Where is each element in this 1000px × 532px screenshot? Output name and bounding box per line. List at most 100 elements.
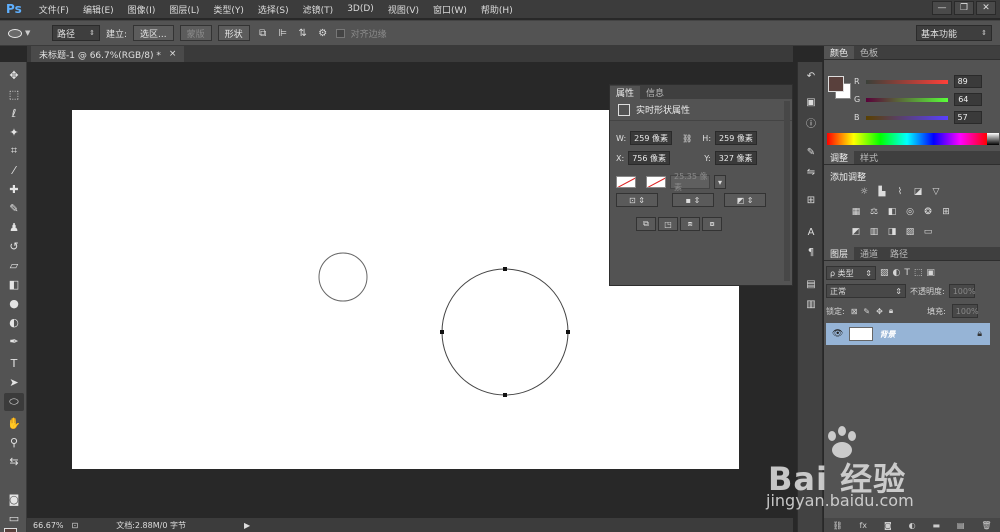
anchor-point[interactable] [440, 330, 444, 334]
channel-mixer-icon[interactable]: ❂ [922, 206, 934, 218]
red-slider[interactable] [865, 79, 948, 84]
history-icon[interactable]: ↶ [803, 68, 819, 84]
vibrance-icon[interactable]: ▽ [930, 186, 942, 198]
menu-image[interactable]: 图像(I) [121, 3, 163, 16]
dodge-tool-icon[interactable]: ◐ [4, 313, 24, 331]
document-tab[interactable]: 未标题-1 @ 66.7%(RGB/8) * × [31, 46, 185, 62]
lock-pixels-icon[interactable]: ✎ [863, 307, 870, 316]
menu-help[interactable]: 帮助(H) [474, 3, 520, 16]
filter-smart-icon[interactable]: ▣ [926, 268, 935, 278]
tab-styles[interactable]: 样式 [854, 151, 884, 164]
tab-adjustments[interactable]: 调整 [824, 151, 855, 164]
filter-pixel-icon[interactable]: ▨ [880, 268, 889, 278]
screen-mode-icon[interactable]: ▭ [4, 509, 24, 527]
fill-field[interactable]: 100% [951, 304, 979, 318]
blend-mode-select[interactable]: 正常 ⇕ [826, 284, 906, 298]
tab-channels[interactable]: 通道 [854, 247, 884, 260]
intersect-shape-icon[interactable]: ⧈ [680, 217, 700, 231]
notes-icon[interactable]: ▤ [803, 276, 819, 292]
restore-button[interactable]: ❐ [954, 1, 974, 15]
hue-saturation-icon[interactable]: ▦ [850, 206, 862, 218]
eye-icon[interactable]: 👁︎ [832, 329, 843, 339]
play-arrow-icon[interactable]: ▶ [244, 521, 250, 530]
tool-mode-select[interactable]: 路径 ⇕ [52, 25, 100, 41]
brush-icon[interactable]: ✎ [803, 144, 819, 160]
make-mask-button[interactable]: 蒙版 [179, 25, 212, 41]
actions-icon[interactable]: ▣ [803, 94, 819, 110]
crop-tool-icon[interactable]: ⌗ [4, 142, 24, 160]
close-button[interactable]: ✕ [976, 1, 996, 15]
gear-icon[interactable]: ⚙ [316, 26, 330, 40]
menu-file[interactable]: 文件(F) [32, 3, 76, 16]
path-alignment-icon[interactable]: ⊫ [276, 26, 290, 40]
gradient-tool-icon[interactable]: ◧ [4, 275, 24, 293]
green-slider[interactable] [866, 97, 949, 102]
levels-icon[interactable]: ▙ [876, 186, 888, 198]
selective-color-icon[interactable]: ▨ [904, 226, 916, 238]
large-circle-path[interactable] [441, 268, 569, 396]
align-edges-checkbox[interactable] [335, 28, 345, 38]
character-icon[interactable]: A [803, 224, 819, 240]
invert-icon[interactable]: ◩ [850, 226, 862, 238]
path-operations-icon[interactable]: ⧉ [256, 26, 270, 40]
quick-mask-icon[interactable]: ◙ [4, 490, 24, 508]
blur-tool-icon[interactable]: ● [4, 294, 24, 312]
foreground-color-swatch[interactable] [4, 528, 17, 532]
brush-presets-icon[interactable]: ⇋ [803, 164, 819, 180]
r-value-field[interactable]: 89 [953, 75, 982, 88]
stroke-align-select[interactable]: ⊡ ⇕ [616, 193, 658, 207]
x-field[interactable]: 756 像素 [628, 151, 671, 165]
marquee-tool-icon[interactable]: ⬚ [4, 85, 24, 103]
brush-tool-icon[interactable]: ✎ [4, 199, 24, 217]
healing-brush-tool-icon[interactable]: ✚ [4, 180, 24, 198]
hand-tool-icon[interactable]: ✋ [4, 414, 24, 432]
move-tool-icon[interactable]: ✥ [4, 66, 24, 84]
color-lookup-icon[interactable]: ⊞ [940, 206, 952, 218]
path-selection-tool-icon[interactable]: ➤ [4, 373, 24, 391]
filter-shape-icon[interactable]: ⬚ [914, 268, 923, 278]
anchor-point[interactable] [566, 330, 570, 334]
anchor-point[interactable] [503, 393, 507, 397]
pen-tool-icon[interactable]: ✒ [4, 332, 24, 350]
history-brush-tool-icon[interactable]: ↺ [4, 237, 24, 255]
menu-window[interactable]: 窗口(W) [426, 3, 474, 16]
info-icon[interactable]: ⓘ [803, 114, 819, 130]
fill-swatch[interactable] [616, 176, 636, 188]
menu-filter[interactable]: 滤镜(T) [296, 3, 341, 16]
subtract-shape-icon[interactable]: ◳ [658, 217, 678, 231]
gradient-map-icon[interactable]: ▭ [922, 226, 934, 238]
y-field[interactable]: 327 像素 [714, 151, 757, 165]
clone-stamp-tool-icon[interactable]: ♟ [4, 218, 24, 236]
lock-position-icon[interactable]: ✥ [876, 307, 883, 316]
minimize-button[interactable]: — [932, 1, 952, 15]
brightness-icon[interactable]: ☼ [858, 186, 870, 198]
layer-kind-filter[interactable]: ρ 类型 ⇕ [826, 266, 876, 280]
eraser-tool-icon[interactable]: ▱ [4, 256, 24, 274]
anchor-point[interactable] [503, 267, 507, 271]
menu-layer[interactable]: 图层(L) [162, 3, 206, 16]
combine-shapes-icon[interactable]: ⧉ [636, 217, 656, 231]
opacity-field[interactable]: 100% [948, 284, 976, 298]
close-tab-icon[interactable]: × [169, 49, 177, 59]
layer-row-background[interactable]: 👁︎ 背景 🔒︎ [826, 323, 990, 345]
black-white-icon[interactable]: ◧ [886, 206, 898, 218]
filter-type-icon[interactable]: T [904, 268, 910, 278]
path-arrangement-icon[interactable]: ⇅ [296, 26, 310, 40]
chevron-down-icon[interactable]: ▾ [714, 175, 726, 189]
tab-paths[interactable]: 路径 [884, 247, 914, 260]
lock-all-icon[interactable]: 🔒︎ [889, 306, 893, 316]
menu-type[interactable]: 类型(Y) [206, 3, 251, 16]
exclude-shape-icon[interactable]: ⧇ [702, 217, 722, 231]
menu-3d[interactable]: 3D(D) [340, 4, 381, 14]
tab-properties[interactable]: 属性 [610, 86, 641, 99]
stroke-swatch[interactable] [646, 176, 666, 188]
stroke-width-field[interactable]: 25.35 像素 [670, 172, 710, 192]
curves-icon[interactable]: ⌇ [894, 186, 906, 198]
color-spectrum[interactable] [827, 133, 999, 145]
stroke-caps-select[interactable]: ▪ ⇕ [672, 193, 714, 207]
tab-swatches[interactable]: 色板 [854, 46, 884, 59]
width-field[interactable]: 259 像素 [630, 131, 673, 145]
stroke-corners-select[interactable]: ◩ ⇕ [724, 193, 766, 207]
lasso-tool-icon[interactable]: ℓ [4, 104, 24, 122]
magic-wand-tool-icon[interactable]: ✦ [4, 123, 24, 141]
